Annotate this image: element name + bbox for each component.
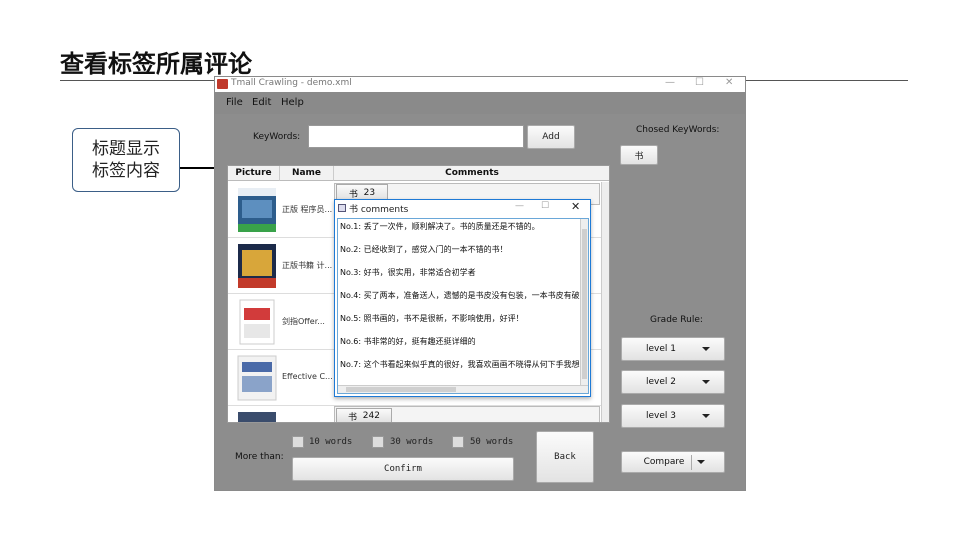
grade-rule-label: Grade Rule: <box>650 315 703 325</box>
checkbox-30-words-label: 30 words <box>390 437 434 447</box>
compare-dropdown[interactable]: Compare <box>621 451 725 473</box>
chosen-keywords-label: Chosed KeyWords: <box>636 125 720 135</box>
app-titlebar: Tmall Crawling - demo.xml — ☐ ✕ <box>215 77 745 92</box>
comment-item: No.7: 这个书看起来似乎真的很好，我喜欢画画不晓得从何下手我想可 <box>340 360 588 369</box>
level-3-dropdown[interactable]: level 3 <box>621 404 725 428</box>
popup-close-icon[interactable]: ✕ <box>571 200 580 213</box>
comment-count: 23 <box>363 188 376 198</box>
book-cover-image <box>237 355 277 401</box>
app-logo-icon <box>217 79 228 89</box>
product-name: 正版书籍 计... <box>282 261 333 270</box>
popup-horizontal-scrollbar[interactable] <box>338 385 588 393</box>
close-icon[interactable]: ✕ <box>725 77 733 88</box>
popup-maximize-icon[interactable]: ☐ <box>541 201 549 211</box>
more-than-label: More than: <box>235 452 284 462</box>
popup-titlebar: 书 comments — ☐ ✕ <box>335 200 590 216</box>
popup-window-icon <box>338 204 346 212</box>
slide-title: 查看标签所属评论 <box>60 50 252 78</box>
menu-help[interactable]: Help <box>281 97 304 108</box>
col-header-picture: Picture <box>228 166 280 181</box>
comment-item: No.2: 已经收到了，感觉入门的一本不错的书！ <box>340 245 508 254</box>
add-button[interactable]: Add <box>527 125 575 149</box>
chevron-down-icon <box>702 414 710 418</box>
comments-popup: 书 comments — ☐ ✕ No.1: 丢了一次件，顺利解决了。书的质量还… <box>334 199 591 397</box>
callout-line-1: 标题显示 <box>92 139 160 159</box>
col-header-comments: Comments <box>334 166 609 181</box>
comment-count: 242 <box>362 411 380 421</box>
chevron-down-icon <box>702 347 710 351</box>
comment-item: No.4: 买了两本，准备送人，遗憾的是书皮没有包装，一本书皮有破。 <box>340 291 588 300</box>
menu-edit[interactable]: Edit <box>252 97 271 108</box>
confirm-button[interactable]: Confirm <box>292 457 514 481</box>
product-name: Effective C... <box>282 372 333 381</box>
comment-item: No.3: 好书，很实用，非常适合初学者 <box>340 268 476 277</box>
popup-vertical-scrollbar[interactable] <box>580 219 588 393</box>
checkbox-50-words[interactable] <box>452 436 464 448</box>
callout-box: 标题显示 标签内容 <box>72 128 180 192</box>
minimize-icon[interactable]: — <box>665 77 675 88</box>
comment-tag-label: 书 <box>348 412 358 423</box>
compare-divider <box>691 455 692 470</box>
checkbox-30-words[interactable] <box>372 436 384 448</box>
keywords-input[interactable] <box>308 125 524 148</box>
col-header-name: Name <box>280 166 334 181</box>
checkbox-10-words[interactable] <box>292 436 304 448</box>
comment-tag-button[interactable]: 书 242 <box>336 408 392 423</box>
level-2-dropdown[interactable]: level 2 <box>621 370 725 394</box>
comment-item: No.1: 丢了一次件，顺利解决了。书的质量还是不错的。 <box>340 222 540 231</box>
compare-label: Compare <box>643 457 685 467</box>
table-scrollbar[interactable] <box>601 182 609 422</box>
menubar: File Edit Help <box>215 92 745 114</box>
checkbox-10-words-label: 10 words <box>309 437 353 447</box>
book-cover-image <box>238 244 276 288</box>
product-name: 正版 程序员... <box>282 205 333 214</box>
level-3-label: level 3 <box>646 411 676 421</box>
popup-hscroll-thumb[interactable] <box>346 387 456 392</box>
maximize-icon[interactable]: ☐ <box>695 77 704 88</box>
comment-item: No.6: 书非常的好，挺有趣还挺详细的 <box>340 337 476 346</box>
book-cover-image <box>238 188 276 232</box>
comment-item: No.5: 照书画的，书不是很新，不影响使用，好评！ <box>340 314 524 323</box>
back-button[interactable]: Back <box>536 431 594 483</box>
app-title: Tmall Crawling - demo.xml <box>231 78 352 88</box>
comment-tag-label: 书 <box>348 189 358 200</box>
app-window: Tmall Crawling - demo.xml — ☐ ✕ File Edi… <box>214 76 746 491</box>
chevron-down-icon <box>697 460 705 464</box>
menu-file[interactable]: File <box>226 97 243 108</box>
callout-line-2: 标签内容 <box>92 161 160 181</box>
popup-minimize-icon[interactable]: — <box>515 201 524 211</box>
checkbox-50-words-label: 50 words <box>470 437 514 447</box>
popup-title: 书 comments <box>349 205 409 215</box>
chevron-down-icon <box>702 380 710 384</box>
popup-vscroll-thumb[interactable] <box>582 229 587 379</box>
chosen-tag-button[interactable]: 书 <box>620 145 658 165</box>
keywords-label: KeyWords: <box>253 132 301 142</box>
book-cover-image <box>239 299 275 345</box>
comments-list: No.1: 丢了一次件，顺利解决了。书的质量还是不错的。 No.2: 已经收到了… <box>337 218 589 394</box>
level-1-dropdown[interactable]: level 1 <box>621 337 725 361</box>
level-2-label: level 2 <box>646 377 676 387</box>
book-cover-image <box>238 412 276 422</box>
product-name: 剑指Offer... <box>282 317 325 326</box>
level-1-label: level 1 <box>646 344 676 354</box>
